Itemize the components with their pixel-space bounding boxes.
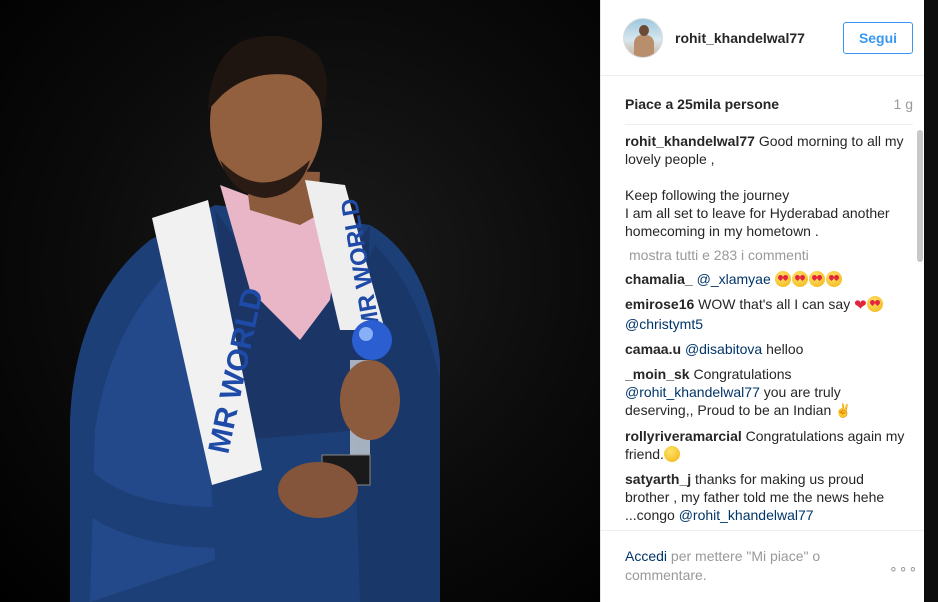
heart-icon: ❤ [854, 297, 867, 314]
comment-mention[interactable]: @_xlamyae [697, 271, 771, 287]
comment-text: helloo [762, 341, 804, 357]
likes-row: Piace a 25mila persone 1 g [625, 96, 913, 116]
comment-text: Congratulations [689, 366, 792, 382]
caption-username[interactable]: rohit_khandelwal77 [625, 133, 755, 149]
post-header: rohit_khandelwal77 Segui [601, 0, 925, 76]
login-prompt-footer: Accedi per mettere "Mi piace" o commenta… [601, 530, 925, 602]
show-all-comments-link[interactable]: mostra tutti e 283 i commenti [629, 246, 909, 264]
victory-hand-icon: ✌ [835, 403, 852, 418]
avatar[interactable] [623, 17, 663, 58]
comment-username[interactable]: emirose16 [625, 296, 694, 312]
login-link[interactable]: Accedi [625, 548, 667, 564]
comment-username[interactable]: rollyriveramarcial [625, 428, 742, 444]
more-options-icon[interactable]: ∘∘∘ [889, 560, 918, 577]
list-item: camaa.u @disabitova helloo [625, 340, 909, 358]
smile-icon [663, 446, 680, 462]
comment-mention[interactable]: @disabitova [685, 341, 762, 357]
comment-mention[interactable]: @rohit_khandelwal77 [625, 384, 760, 400]
post-photo[interactable]: MR WORLD MR WORLD [0, 0, 600, 602]
heart-eyes-icon [774, 271, 843, 287]
comment-username[interactable]: _moin_sk [625, 366, 690, 382]
caption-line-2: Keep following the journey [625, 187, 790, 203]
profile-username-link[interactable]: rohit_khandelwal77 [675, 30, 843, 46]
heart-eyes-icon [866, 296, 883, 312]
comment-username[interactable]: camaa.u [625, 341, 681, 357]
comment-username[interactable]: chamalia_ [625, 271, 693, 287]
background-gutter [924, 0, 938, 602]
likes-count[interactable]: Piace a 25mila persone [625, 96, 779, 116]
comments-list[interactable]: rohit_khandelwal77 Good morning to all m… [625, 132, 909, 528]
comment-text: WOW that's all I can say [694, 296, 855, 312]
post-caption: rohit_khandelwal77 Good morning to all m… [625, 132, 909, 240]
caption-line-3: I am all set to leave for Hyderabad anot… [625, 205, 890, 239]
list-item: emirose16 WOW that's all I can say ❤ @ch… [625, 295, 909, 333]
list-item: chamalia_ @_xlamyae [625, 270, 909, 288]
comment-username[interactable]: satyarth_j [625, 471, 691, 487]
list-item: rollyriveramarcial Congratulations again… [625, 427, 909, 463]
follow-button[interactable]: Segui [843, 21, 913, 54]
comments-scrollbar[interactable] [917, 130, 923, 262]
comment-mention[interactable]: @christymt5 [625, 316, 703, 332]
divider [625, 124, 913, 125]
post-time-ago[interactable]: 1 g [894, 96, 913, 116]
list-item: _moin_sk Congratulations @rohit_khandelw… [625, 365, 909, 420]
post-side-panel: rohit_khandelwal77 Segui Piace a 25mila … [600, 0, 925, 602]
list-item: satyarth_j thanks for making us proud br… [625, 470, 909, 524]
photo-illustration: MR WORLD MR WORLD [70, 35, 440, 602]
comment-mention[interactable]: @rohit_khandelwal77 [679, 507, 814, 523]
